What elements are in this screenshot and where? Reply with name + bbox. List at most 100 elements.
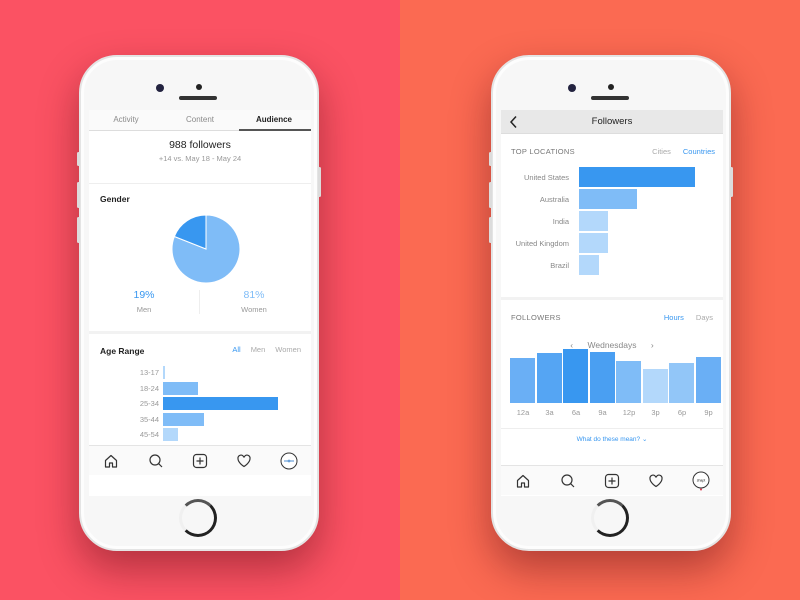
age-bar [163,397,278,410]
top-locations-section: TOP LOCATIONS Cities Countries United St… [501,134,723,300]
age-label: 25-34 [139,399,159,408]
age-bar [163,412,205,426]
nav-title: Followers [591,116,633,127]
age-range-section: Age Range All Men Women 13-17 18-24 25-34 3… [89,334,311,444]
age-filter-women[interactable]: Women [275,345,301,354]
hour-label: 6p [677,408,687,417]
nav-bar: Followers [501,110,723,134]
bottom-tab-bar [89,445,311,475]
insights-tabs: Activity Content Audience [89,110,311,131]
hour-label: 9p [704,408,713,417]
add-post-icon[interactable] [190,451,210,471]
search-icon[interactable] [146,451,166,471]
location-label: India [552,217,569,226]
followers-title: FOLLOWERS [511,313,561,322]
mute-switch [77,152,80,166]
activity-heart-icon[interactable] [646,471,666,491]
front-camera [568,84,576,92]
day-label: Wednesdays [587,340,637,350]
help-link-text: What do these mean? [576,436,641,443]
location-bar [579,167,695,187]
chevron-down-icon: ⌄ [641,436,648,443]
hour-bar [695,357,721,403]
location-bar [579,233,608,253]
what-do-these-mean-link[interactable]: What do these mean? ⌄ [501,435,723,443]
age-label: 13-17 [139,368,159,377]
women-label: Women [241,305,267,314]
screen-audience: Activity Content Audience 988 followers … [89,110,311,496]
tab-content[interactable]: Content [163,110,237,130]
home-button[interactable] [591,499,629,537]
activity-heart-icon[interactable] [234,451,254,471]
sensor-dot [608,84,614,90]
hour-label: 12p [622,408,636,417]
filter-countries[interactable]: Countries [683,147,715,156]
hour-bar [563,349,588,403]
search-icon[interactable] [558,471,578,491]
tab-audience[interactable]: Audience [237,110,311,131]
profile-avatar-icon[interactable] [279,451,299,471]
women-percent: 81% [243,289,265,301]
section-divider [501,428,723,429]
top-locations-title: TOP LOCATIONS [511,147,575,156]
hour-label: 3a [545,408,554,417]
next-day-icon[interactable]: › [651,340,654,350]
gender-women-stat: 81% Women [199,289,309,314]
age-label: 35-44 [139,414,159,424]
age-bar [163,428,178,441]
age-filter-all[interactable]: All [232,345,240,354]
add-post-icon[interactable] [602,471,622,491]
home-icon[interactable] [513,471,533,491]
age-bar [163,366,165,379]
hour-bar [616,360,641,403]
location-label: Australia [539,195,569,204]
location-label: United States [523,173,569,182]
followers-count: 988 followers [169,139,231,151]
hour-label: 3p [651,408,660,417]
men-percent: 19% [133,289,155,301]
hour-bar [669,363,694,403]
age-bar [163,381,198,395]
hour-label: 12a [516,408,530,417]
age-label: 45-54 [139,430,159,439]
volume-up-button [489,182,492,208]
home-icon[interactable] [101,451,121,471]
age-label: 18-24 [139,383,159,393]
volume-up-button [77,182,80,208]
home-button[interactable] [179,499,217,537]
phone-followers: Followers TOP LOCATIONS Cities Countries… [489,55,733,551]
followers-summary: 988 followers +14 vs. May 18 - May 24 [89,131,311,184]
followers-hours-chart [510,349,722,403]
volume-down-button [77,217,80,243]
power-button [318,167,321,197]
filter-hours[interactable]: Hours [664,313,684,322]
hour-bar [510,357,535,403]
filter-cities[interactable]: Cities [652,147,671,156]
age-range-filters: All Men Women [232,345,301,354]
location-filters: Cities Countries [652,147,715,156]
sensor-dot [196,84,202,90]
profile-avatar-icon[interactable]: shapt [691,471,711,491]
back-icon[interactable] [509,115,519,134]
gender-pie-chart [171,214,241,284]
location-bar [579,211,608,231]
age-range-title: Age Range [100,346,145,356]
age-filter-men[interactable]: Men [251,345,266,354]
followers-filters: Hours Days [664,313,713,322]
hour-label: 6a [571,408,581,417]
svg-text:shapt: shapt [696,478,705,482]
filter-days[interactable]: Days [696,313,713,322]
hour-bar [589,352,615,403]
gender-title: Gender [100,194,130,204]
followers-delta: +14 vs. May 18 - May 24 [158,154,242,163]
phone-audience: Activity Content Audience 988 followers … [77,55,321,551]
location-bar [579,189,637,209]
followers-section: FOLLOWERS Hours Days ‹ Wednesdays › 12a 3… [501,300,723,468]
location-label: United Kingdom [515,239,569,248]
power-button [730,167,733,197]
tab-activity[interactable]: Activity [89,110,163,130]
bottom-tab-bar: shapt [501,465,723,495]
earpiece-speaker [179,96,217,100]
earpiece-speaker [591,96,629,100]
hour-label: 9a [598,408,607,417]
